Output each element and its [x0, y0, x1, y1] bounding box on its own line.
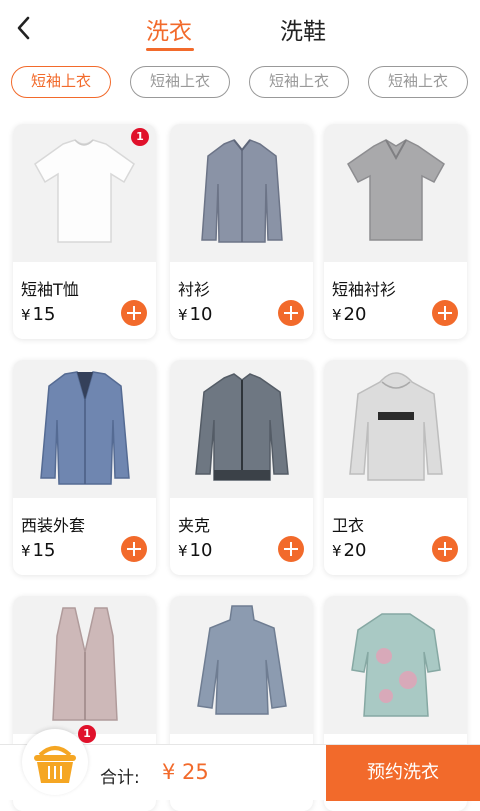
product-card[interactable]: 夹克 ¥10: [170, 360, 313, 575]
active-tab-indicator: [146, 48, 194, 51]
product-name: 卫衣: [332, 516, 365, 535]
book-laundry-button[interactable]: 预约洗衣: [326, 745, 480, 801]
filter-chip[interactable]: 短袖上衣: [249, 66, 349, 98]
add-to-cart-button[interactable]: [278, 300, 304, 326]
basket-icon: [34, 746, 76, 783]
product-image: [170, 596, 313, 734]
product-card[interactable]: 西装外套 ¥15: [13, 360, 156, 575]
knit-vest-icon: [52, 607, 118, 721]
product-name: 短袖衬衫: [332, 280, 397, 299]
filter-chip[interactable]: 短袖上衣: [11, 66, 111, 98]
tab-wash-clothes[interactable]: 洗衣: [146, 12, 192, 46]
product-image: [324, 360, 467, 498]
product-price: ¥20: [332, 304, 367, 325]
product-card[interactable]: 卫衣 ¥20: [324, 360, 467, 575]
bomber-jacket-icon: [195, 373, 289, 481]
turtleneck-sweater-icon: [197, 605, 287, 715]
product-image: [170, 124, 313, 262]
qipao-jacket-icon: [351, 613, 441, 717]
quantity-badge: 1: [131, 128, 149, 146]
product-name: 短袖T恤: [21, 280, 79, 299]
product-name: 衬衫: [178, 280, 211, 299]
product-price: ¥20: [332, 540, 367, 561]
add-to-cart-button[interactable]: [432, 536, 458, 562]
cart-button[interactable]: 1: [22, 725, 96, 795]
dress-shirt-icon: [201, 139, 283, 243]
add-to-cart-button[interactable]: [121, 536, 147, 562]
add-to-cart-button[interactable]: [432, 300, 458, 326]
header: 洗衣 洗鞋: [0, 0, 480, 56]
tab-wash-shoes[interactable]: 洗鞋: [280, 12, 326, 46]
hoodie-icon: [349, 372, 443, 481]
product-image: [13, 596, 156, 734]
product-card[interactable]: 衬衫 ¥10: [170, 124, 313, 339]
total-amount: ¥ 25: [162, 760, 209, 784]
product-price: ¥15: [21, 540, 56, 561]
product-image: [324, 596, 467, 734]
product-image: [324, 124, 467, 262]
product-card[interactable]: 1 短袖T恤 ¥15: [13, 124, 156, 339]
product-grid: 1 短袖T恤 ¥15 衬衫 ¥10 短袖衬衫 ¥20 西装外套 ¥ 15 夹克 …: [0, 124, 480, 811]
checkout-bar: 1 合计: ¥ 25 预约洗衣: [0, 725, 480, 801]
product-price: ¥15: [21, 304, 56, 325]
product-image: [13, 360, 156, 498]
product-image: [170, 360, 313, 498]
product-name: 西装外套: [21, 516, 86, 535]
product-price: ¥10: [178, 540, 213, 561]
product-card[interactable]: 短袖衬衫 ¥20: [324, 124, 467, 339]
suit-jacket-icon: [40, 371, 130, 485]
filter-chip[interactable]: 短袖上衣: [130, 66, 230, 98]
product-name: 夹克: [178, 516, 211, 535]
product-price: ¥10: [178, 304, 213, 325]
add-to-cart-button[interactable]: [278, 536, 304, 562]
cart-count-badge: 1: [78, 725, 96, 743]
total-label: 合计:: [100, 768, 140, 788]
add-to-cart-button[interactable]: [121, 300, 147, 326]
filter-chip[interactable]: 短袖上衣: [368, 66, 468, 98]
back-icon[interactable]: [12, 14, 36, 42]
category-filter-bar: 短袖上衣 短袖上衣 短袖上衣 短袖上衣: [0, 66, 480, 98]
polo-shirt-icon: [347, 139, 445, 241]
